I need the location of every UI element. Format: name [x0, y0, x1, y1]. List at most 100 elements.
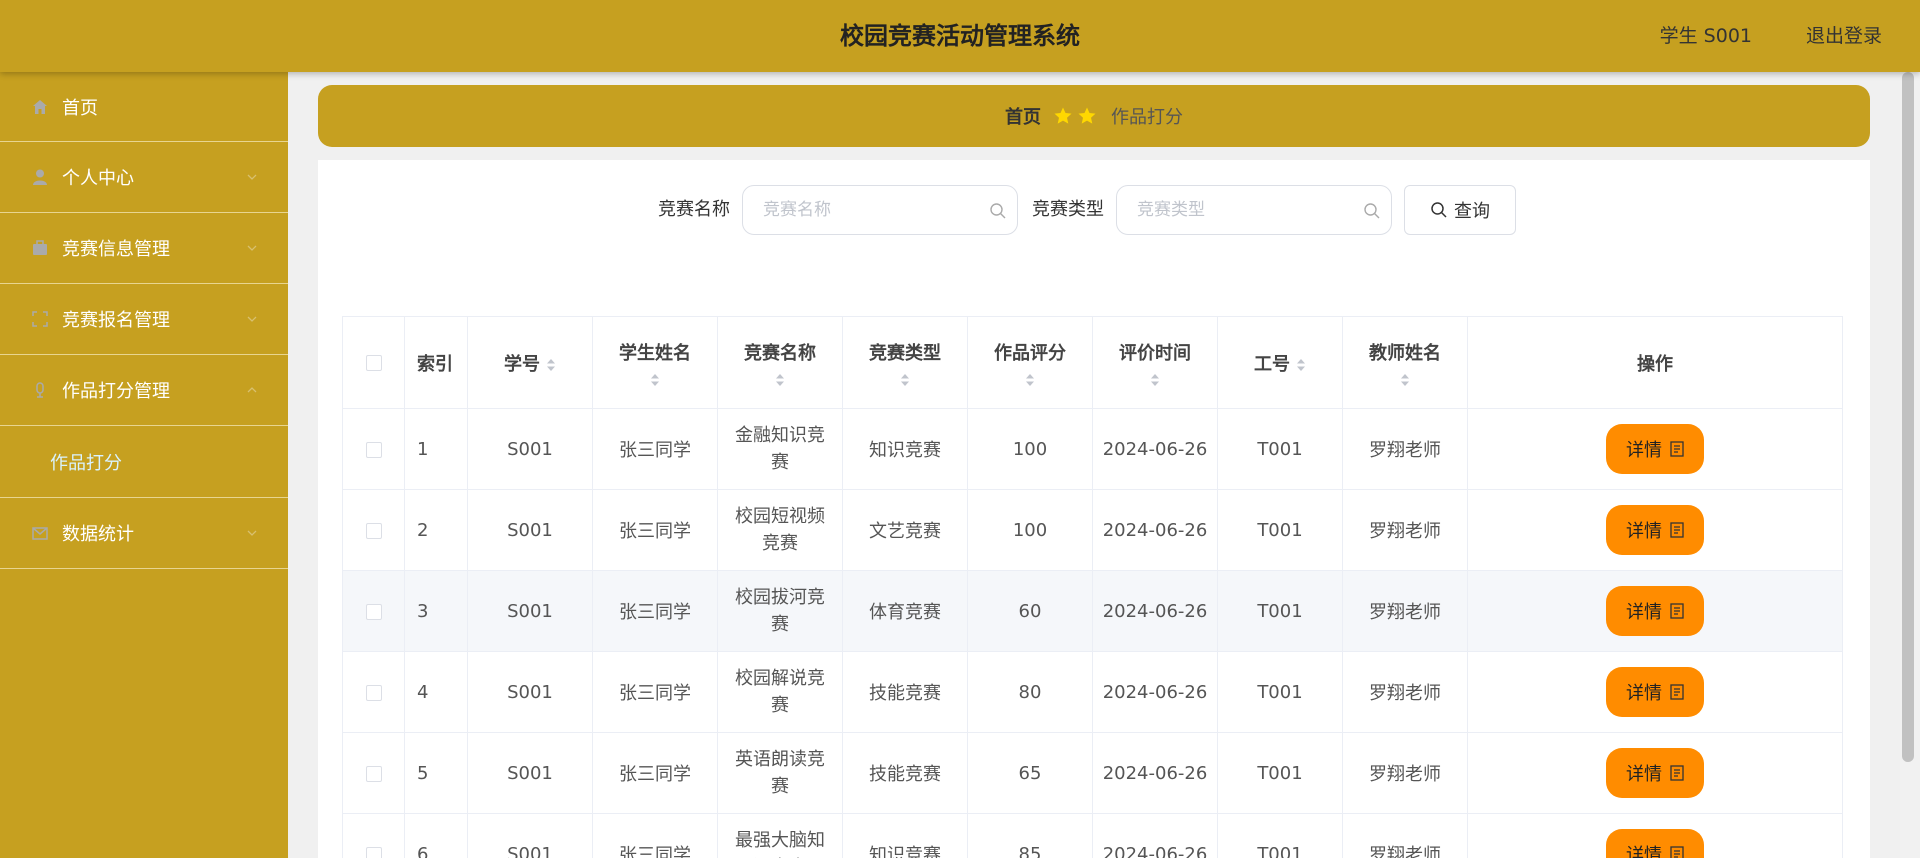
header-competition-type[interactable]: 竞赛类型: [842, 316, 968, 409]
cell-score: 80: [967, 651, 1093, 733]
header-eval-time[interactable]: 评价时间: [1092, 316, 1218, 409]
sidebar-item-home[interactable]: 首页: [0, 72, 288, 142]
cell-competition-type: 知识竞赛: [842, 813, 968, 858]
query-button-label: 查询: [1454, 201, 1490, 222]
competition-name-input[interactable]: [743, 186, 1017, 234]
sidebar-subitem-label[interactable]: 作品打分: [50, 449, 122, 475]
chevron-up-icon: [247, 387, 257, 393]
query-button[interactable]: 查询: [1404, 185, 1516, 235]
competition-name-text: 最强大脑知识竞赛: [735, 830, 825, 858]
chevron-down-icon: [247, 245, 257, 251]
sort-icon[interactable]: [900, 373, 910, 387]
cell-score: 100: [967, 489, 1093, 571]
header-label: 教师姓名: [1369, 342, 1441, 364]
table-row: 5 S001 张三同学 英语朗读竞赛 技能竞赛 65 2024-06-26 T0…: [342, 732, 1843, 814]
row-checkbox[interactable]: [365, 603, 382, 620]
cell-competition-type: 知识竞赛: [842, 408, 968, 490]
cell-student-no: S001: [467, 570, 593, 652]
cell-eval-time: 2024-06-26: [1092, 408, 1218, 490]
sidebar-item-profile[interactable]: 个人中心: [0, 142, 288, 213]
breadcrumb: 首页 作品打分: [318, 85, 1870, 147]
document-icon: [1670, 603, 1684, 619]
sidebar-item-label: 首页: [62, 97, 98, 119]
header-competition-name[interactable]: 竞赛名称: [717, 316, 843, 409]
scoring-table: 索引 学号 学生姓名 竞赛名称 竞赛类型 作品评分 评价时间 工号 教师姓名 操…: [342, 316, 1843, 858]
header-index: 索引: [404, 316, 468, 409]
row-checkbox[interactable]: [365, 441, 382, 458]
cell-competition-name: 最强大脑知识竞赛: [717, 813, 843, 858]
cell-competition-name: 金融知识竞赛: [717, 408, 843, 490]
sort-icon[interactable]: [650, 373, 660, 387]
cell-teacher-name: 罗翔老师: [1342, 570, 1468, 652]
cell-competition-type: 体育竞赛: [842, 570, 968, 652]
detail-button[interactable]: 详情: [1606, 748, 1704, 798]
sort-icon[interactable]: [775, 373, 785, 387]
sidebar-item-statistics[interactable]: 数据统计: [0, 498, 288, 569]
row-checkbox[interactable]: [365, 522, 382, 539]
header-student-no[interactable]: 学号: [467, 316, 593, 409]
header-student-name[interactable]: 学生姓名: [592, 316, 718, 409]
row-select-cell: [342, 651, 405, 733]
header-teacher-name[interactable]: 教师姓名: [1342, 316, 1468, 409]
current-user: 学生 S001: [1659, 25, 1752, 47]
competition-type-input[interactable]: [1117, 186, 1391, 234]
cell-teacher-name: 罗翔老师: [1342, 489, 1468, 571]
sort-icon[interactable]: [1150, 373, 1160, 387]
detail-button-label: 详情: [1626, 521, 1662, 542]
search-icon: [1431, 202, 1447, 218]
cell-teacher-no: T001: [1217, 408, 1343, 490]
detail-button-label: 详情: [1626, 764, 1662, 785]
mail-icon: [30, 523, 50, 543]
cell-student-no: S001: [467, 408, 593, 490]
chevron-down-icon: [247, 530, 257, 536]
header-label: 评价时间: [1119, 342, 1191, 364]
detail-button[interactable]: 详情: [1606, 586, 1704, 636]
cell-student-no: S001: [467, 732, 593, 814]
sidebar-item-registration[interactable]: 竞赛报名管理: [0, 284, 288, 355]
competition-type-field: [1116, 185, 1392, 235]
detail-button[interactable]: 详情: [1606, 667, 1704, 717]
detail-button[interactable]: 详情: [1606, 505, 1704, 555]
detail-button-label: 详情: [1626, 683, 1662, 704]
cell-teacher-name: 罗翔老师: [1342, 408, 1468, 490]
row-select-cell: [342, 408, 405, 490]
sidebar-item-label: 竞赛信息管理: [62, 239, 170, 260]
competition-name-field: [742, 185, 1018, 235]
sidebar-subitem-scoring[interactable]: 作品打分: [0, 426, 288, 498]
table-row: 2 S001 张三同学 校园短视频竞赛 文艺竞赛 100 2024-06-26 …: [342, 489, 1843, 571]
scrollbar-thumb[interactable]: [1902, 72, 1914, 762]
cell-competition-type: 技能竞赛: [842, 651, 968, 733]
app-title: 校园竞赛活动管理系统: [840, 22, 1080, 50]
user-icon: [30, 167, 50, 187]
sort-icon[interactable]: [1400, 373, 1410, 387]
header-teacher-no[interactable]: 工号: [1217, 316, 1343, 409]
row-checkbox[interactable]: [365, 765, 382, 782]
row-select-cell: [342, 732, 405, 814]
breadcrumb-home[interactable]: 首页: [1005, 103, 1041, 129]
detail-button[interactable]: 详情: [1606, 424, 1704, 474]
sort-icon[interactable]: [1296, 358, 1306, 372]
cell-index: 5: [404, 732, 468, 814]
select-all-checkbox[interactable]: [365, 355, 382, 371]
sidebar-item-scoring[interactable]: 作品打分管理: [0, 355, 288, 426]
cell-student-no: S001: [467, 813, 593, 858]
logout-link[interactable]: 退出登录: [1806, 0, 1882, 72]
detail-button-label: 详情: [1626, 602, 1662, 623]
cell-teacher-no: T001: [1217, 813, 1343, 858]
cell-teacher-no: T001: [1217, 570, 1343, 652]
sort-icon[interactable]: [546, 358, 556, 372]
header-score[interactable]: 作品评分: [967, 316, 1093, 409]
sort-icon[interactable]: [1025, 373, 1035, 387]
competition-name-text: 校园拔河竞赛: [735, 587, 825, 635]
sidebar-item-competition-info[interactable]: 竞赛信息管理: [0, 213, 288, 284]
competition-name-text: 校园短视频竞赛: [735, 506, 825, 554]
row-checkbox[interactable]: [365, 846, 382, 858]
cell-actions: 详情: [1467, 489, 1843, 571]
table-row: 3 S001 张三同学 校园拔河竞赛 体育竞赛 60 2024-06-26 T0…: [342, 570, 1843, 652]
competition-type-label: 竞赛类型: [1032, 199, 1104, 220]
select-all-cell: [342, 316, 405, 409]
row-checkbox[interactable]: [365, 684, 382, 701]
document-icon: [1670, 441, 1684, 457]
detail-button[interactable]: 详情: [1606, 829, 1704, 858]
detail-button-label: 详情: [1626, 845, 1662, 858]
